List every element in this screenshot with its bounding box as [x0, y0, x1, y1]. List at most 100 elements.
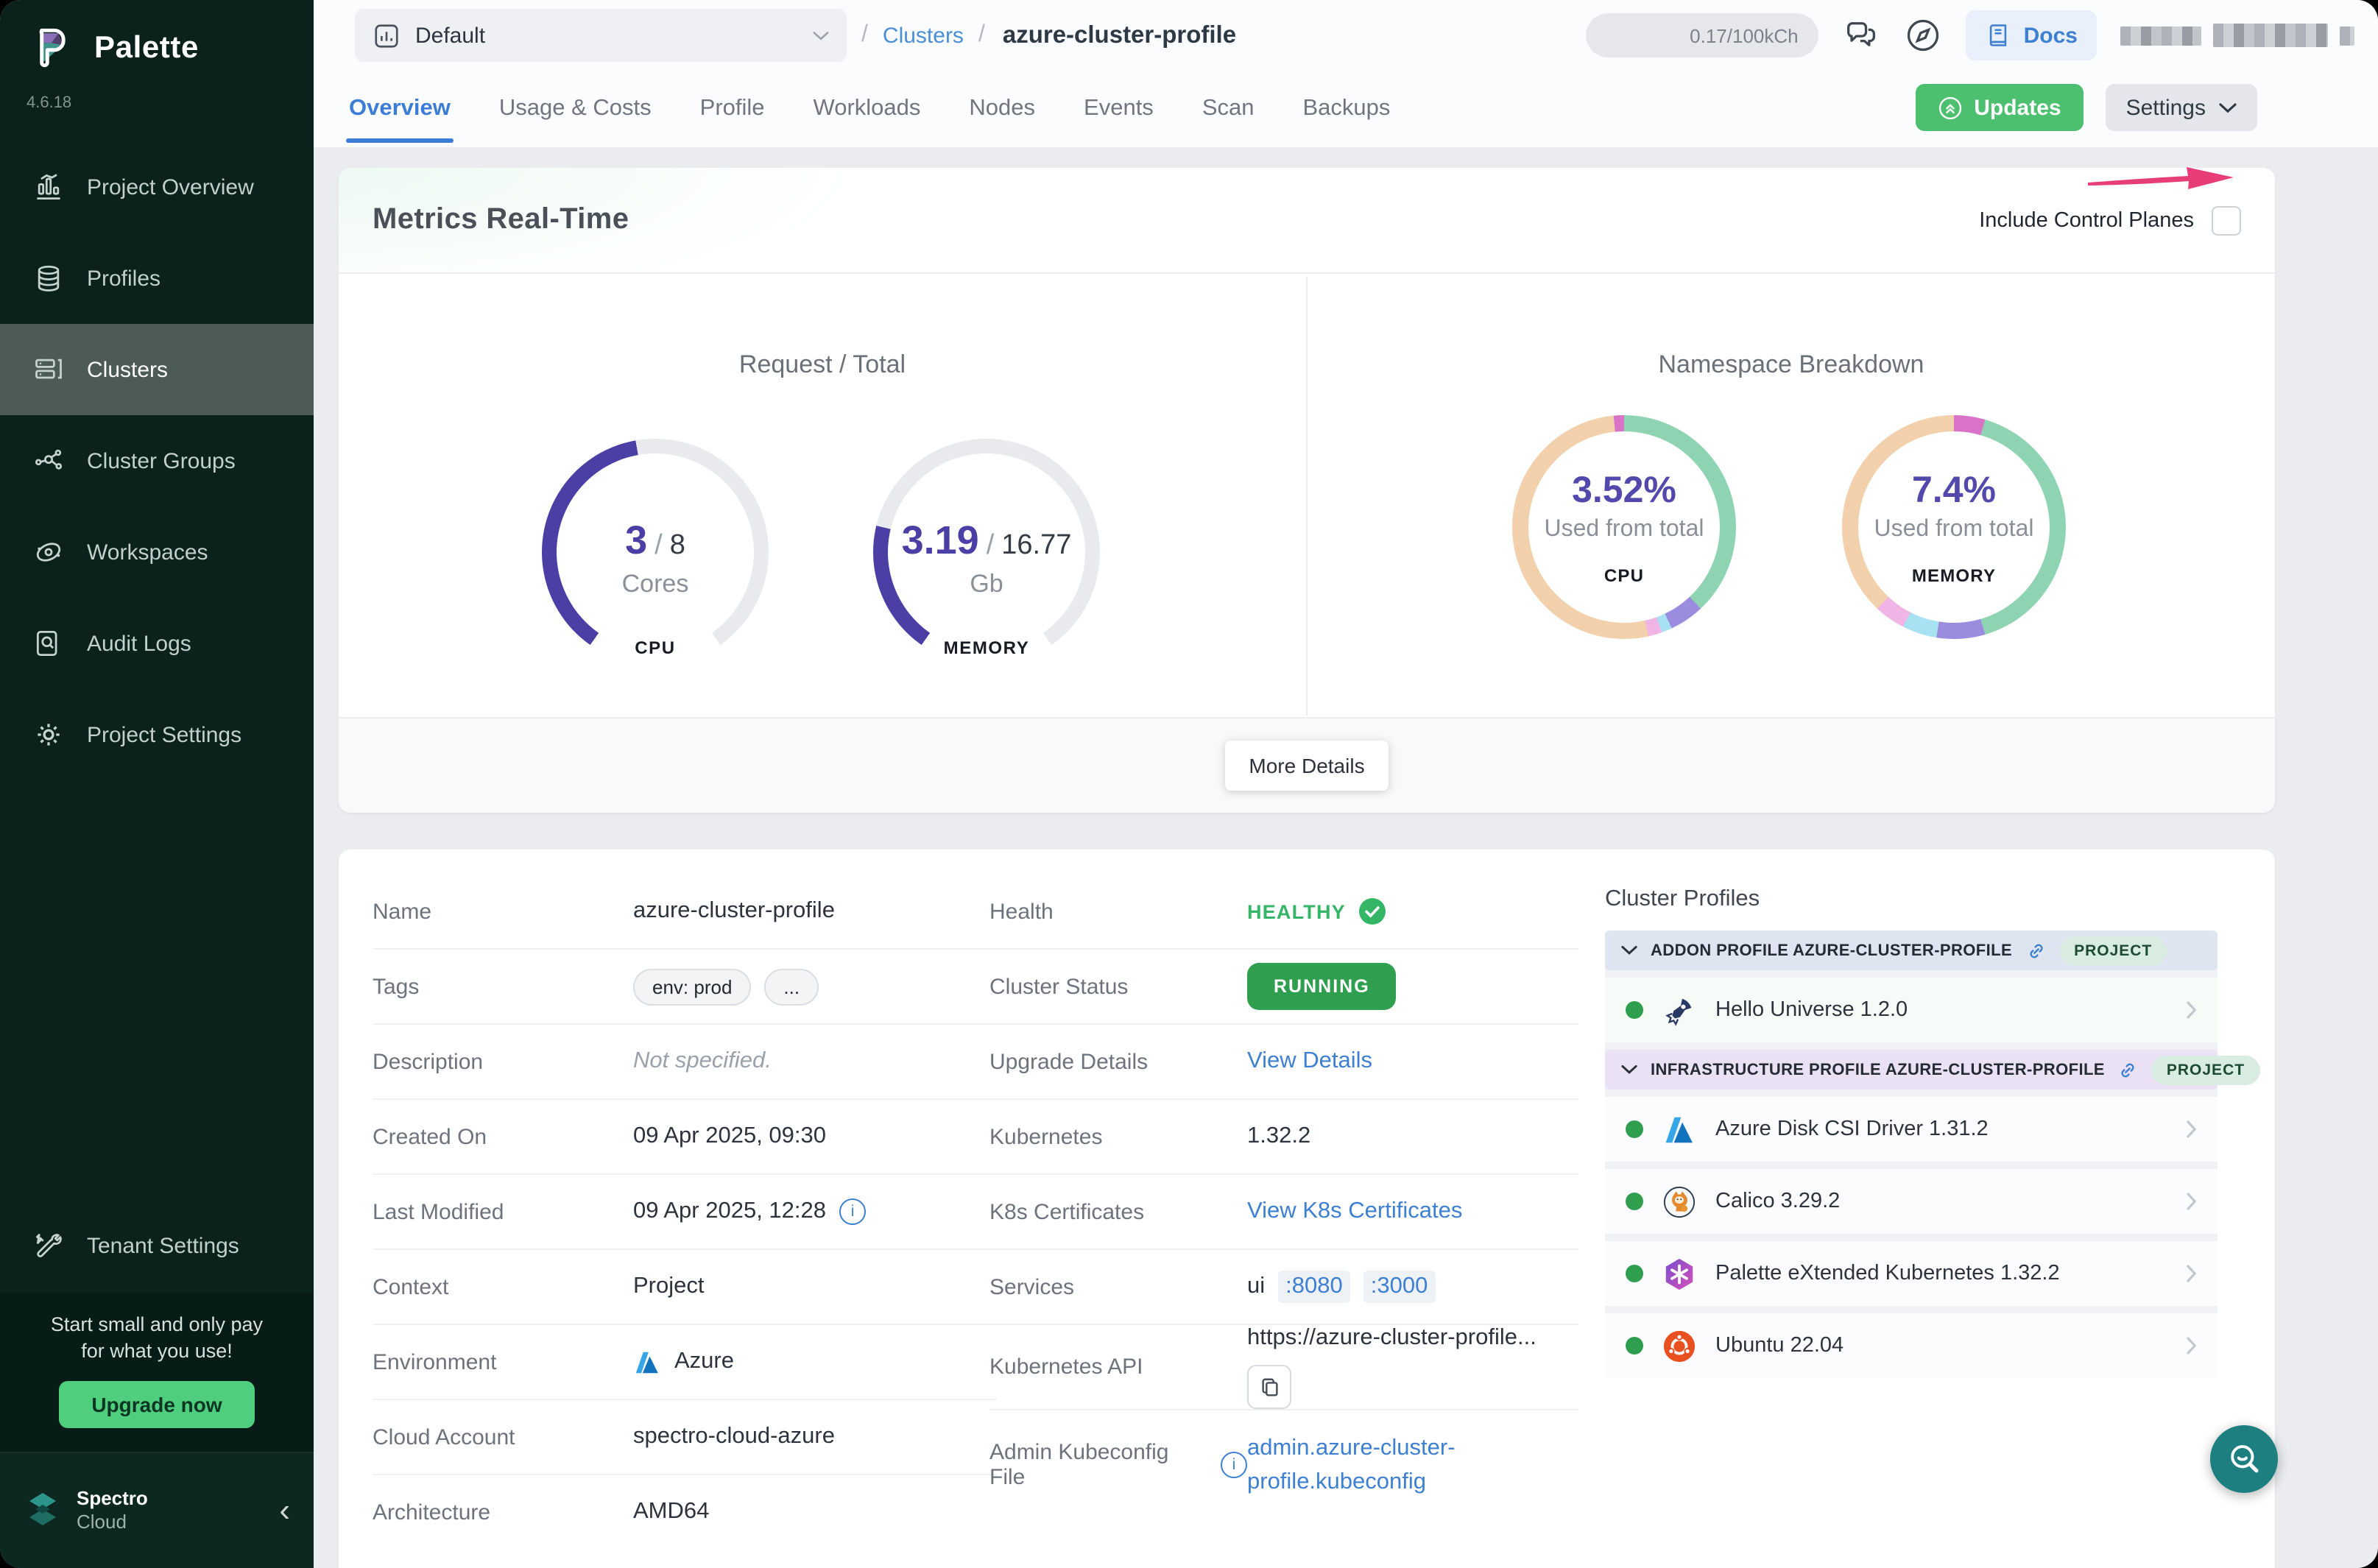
link-icon	[2025, 940, 2046, 961]
detail-row: Upgrade DetailsView Details	[989, 1025, 1578, 1100]
tab-workloads[interactable]: Workloads	[814, 71, 921, 147]
admin-kubeconfig-file-link[interactable]: admin.azure-cluster-profile.kubeconfig	[1247, 1431, 1490, 1500]
project-settings-icon	[32, 718, 65, 751]
tab-scan[interactable]: Scan	[1202, 71, 1255, 147]
profile-group-title: ADDON PROFILE AZURE-CLUSTER-PROFILE	[1651, 942, 2012, 959]
sidebar-item-project-settings[interactable]: Project Settings	[0, 689, 314, 780]
status-dot	[1626, 1337, 1643, 1355]
chat-icon[interactable]	[1843, 16, 1881, 54]
profile-item-name: Ubuntu 22.04	[1715, 1334, 2167, 1357]
copy-button[interactable]	[1247, 1365, 1291, 1409]
cluster-profiles-section: Cluster Profiles ADDON PROFILE AZURE-CLU…	[1605, 886, 2218, 1378]
detail-value: Azure	[674, 1349, 734, 1375]
workspaces-icon	[32, 536, 65, 568]
cluster-status-badge: RUNNING	[1247, 963, 1397, 1010]
sidebar-item-label: Tenant Settings	[87, 1234, 239, 1259]
breadcrumb-clusters-link[interactable]: Clusters	[883, 23, 964, 48]
sidebar-item-profiles[interactable]: Profiles	[0, 233, 314, 324]
chevron-down-icon	[2219, 102, 2237, 113]
detail-value: https://azure-cluster-profile...	[1247, 1325, 1536, 1352]
tag-pill[interactable]: env: prod	[633, 968, 751, 1005]
profile-item-name: Hello Universe 1.2.0	[1715, 998, 2167, 1022]
detail-label: Services	[989, 1274, 1247, 1299]
status-dot	[1626, 1193, 1643, 1210]
upgrade-details-link[interactable]: View Details	[1247, 1048, 1372, 1075]
detail-value: AMD64	[633, 1499, 709, 1525]
tag-pill[interactable]: ...	[764, 968, 819, 1005]
cpu-used-value: 3	[625, 518, 647, 563]
sidebar-item-label: Project Settings	[87, 722, 241, 747]
docs-button[interactable]: Docs	[1966, 10, 2097, 60]
memory-used-value: 3.19	[902, 518, 979, 563]
project-selector[interactable]: Default	[355, 9, 847, 62]
breadcrumb-current: azure-cluster-profile	[1003, 21, 1236, 49]
collapse-sidebar-icon[interactable]: ‹	[279, 1494, 290, 1527]
tab-profile[interactable]: Profile	[700, 71, 765, 147]
spectro-cloud-logo-icon	[24, 1490, 62, 1531]
sidebar-item-audit-logs[interactable]: Audit Logs	[0, 598, 314, 689]
profile-item-ubuntu-22-04[interactable]: Ubuntu 22.04	[1605, 1313, 2218, 1378]
upgrade-now-button[interactable]: Upgrade now	[59, 1381, 254, 1428]
tab-nodes[interactable]: Nodes	[969, 71, 1035, 147]
cpu-namespace-percent: 3.52%	[1572, 469, 1676, 512]
cluster-profiles-title: Cluster Profiles	[1605, 886, 2218, 913]
chevron-right-icon	[2187, 1337, 2197, 1355]
tab-overview[interactable]: Overview	[349, 71, 451, 147]
palette-logo[interactable]: Palette	[0, 0, 314, 77]
service-port-link[interactable]: :3000	[1363, 1271, 1436, 1303]
tab-usage-costs[interactable]: Usage & Costs	[499, 71, 652, 147]
clusters-icon	[32, 353, 65, 386]
detail-value: spectro-cloud-azure	[633, 1424, 835, 1450]
profile-item-azure-disk-csi-driver-1-31-2[interactable]: Azure Disk CSI Driver 1.31.2	[1605, 1097, 2218, 1162]
profile-item-calico-3-29-2[interactable]: Calico 3.29.2	[1605, 1169, 2218, 1234]
sidebar-item-clusters[interactable]: Clusters	[0, 324, 314, 415]
k8s-certificates-link[interactable]: View K8s Certificates	[1247, 1198, 1462, 1225]
detail-label: Name	[373, 899, 633, 924]
pxk-logo	[1662, 1257, 1696, 1290]
detail-row: HealthHEALTHY	[989, 875, 1578, 950]
sidebar-item-workspaces[interactable]: Workspaces	[0, 506, 314, 598]
profile-item-hello-universe-1-2-0[interactable]: Hello Universe 1.2.0	[1605, 978, 2218, 1042]
detail-row: Tagsenv: prod...	[373, 950, 997, 1025]
service-port-link[interactable]: :8080	[1278, 1271, 1350, 1303]
breadcrumb-separator: /	[861, 22, 868, 49]
brand-name-line2: Cloud	[77, 1511, 127, 1533]
detail-value: 09 Apr 2025, 09:30	[633, 1123, 826, 1150]
sidebar-item-label: Project Overview	[87, 174, 254, 199]
profile-group-header[interactable]: ADDON PROFILE AZURE-CLUSTER-PROFILEPROJE…	[1605, 930, 2218, 970]
compass-icon[interactable]	[1905, 16, 1943, 54]
redacted-username	[2120, 24, 2354, 47]
details-left-column: Nameazure-cluster-profileTagsenv: prod..…	[373, 875, 997, 1549]
include-control-planes-checkbox[interactable]	[2212, 205, 2241, 235]
info-icon[interactable]: i	[1221, 1452, 1247, 1478]
service-name: ui	[1247, 1274, 1265, 1300]
profile-group-header[interactable]: INFRASTRUCTURE PROFILE AZURE-CLUSTER-PRO…	[1605, 1050, 2218, 1090]
tab-events[interactable]: Events	[1084, 71, 1154, 147]
info-icon[interactable]: i	[839, 1198, 866, 1225]
bar-chart-icon	[373, 21, 401, 49]
tenant-settings-icon	[32, 1230, 65, 1262]
profile-item-palette-extended-kubernetes-1-32-2[interactable]: Palette eXtended Kubernetes 1.32.2	[1605, 1241, 2218, 1306]
detail-row: DescriptionNot specified.	[373, 1025, 997, 1100]
cluster-groups-icon	[32, 445, 65, 477]
vertical-divider	[1306, 277, 1308, 716]
tab-backups[interactable]: Backups	[1303, 71, 1391, 147]
support-chat-button[interactable]	[2210, 1425, 2278, 1493]
more-details-button[interactable]: More Details	[1225, 741, 1388, 791]
detail-label: Health	[989, 899, 1247, 924]
detail-label: Kubernetes	[989, 1124, 1247, 1149]
sidebar-item-project-overview[interactable]: Project Overview	[0, 141, 314, 233]
cpu-request-gauge: 3 / 8 Cores CPU	[542, 439, 769, 665]
breadcrumb-separator: /	[978, 22, 985, 49]
detail-value: Not specified.	[633, 1048, 772, 1075]
updates-icon	[1937, 95, 1962, 120]
sidebar-item-tenant-settings[interactable]: Tenant Settings	[0, 1201, 314, 1292]
palette-logo-text: Palette	[94, 31, 199, 66]
settings-button[interactable]: Settings	[2106, 84, 2257, 131]
memory-total-value: 16.77	[1001, 529, 1071, 562]
updates-button[interactable]: Updates	[1915, 84, 2083, 131]
sidebar-item-cluster-groups[interactable]: Cluster Groups	[0, 415, 314, 506]
detail-label: K8s Certificates	[989, 1199, 1247, 1224]
cpu-total-value: 8	[670, 529, 685, 562]
check-circle-icon	[1359, 898, 1386, 925]
